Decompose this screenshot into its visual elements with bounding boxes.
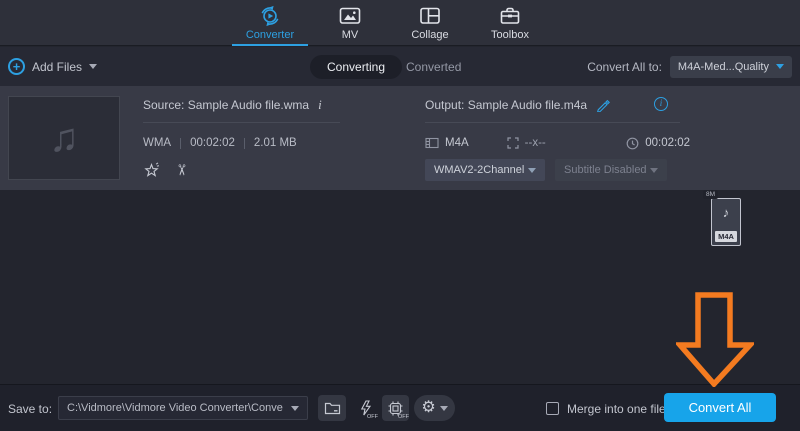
convert-all-button[interactable]: Convert All xyxy=(664,393,776,422)
converted-label: Converted xyxy=(406,59,462,74)
output-filename: Output: Sample Audio file.m4a xyxy=(425,98,588,112)
save-to-label: Save to: xyxy=(8,401,53,416)
output-options-row: WMAV2-2Channel Subtitle Disabled xyxy=(425,159,690,181)
output-format: M4A xyxy=(445,137,469,149)
settings-button[interactable]: ⚙ xyxy=(414,395,455,421)
subtitle-value: Subtitle Disabled xyxy=(564,164,647,176)
converter-icon xyxy=(258,4,282,28)
save-path-dropdown[interactable] xyxy=(283,405,307,411)
format-extension-label: M4A xyxy=(715,231,737,242)
output-info-button[interactable]: i xyxy=(654,97,668,111)
tab-converter[interactable]: Converter xyxy=(230,0,310,46)
tab-mv-label: MV xyxy=(341,29,359,41)
audio-codec-value: WMAV2-2Channel xyxy=(434,164,525,176)
divider xyxy=(143,122,340,123)
mv-icon xyxy=(338,4,362,28)
scissors-icon: ✂ xyxy=(172,163,190,177)
source-panel: Source: Sample Audio file.wma i WMA 00:0… xyxy=(143,96,343,179)
output-resolution: --x-- xyxy=(524,137,546,149)
chevron-down-icon xyxy=(776,64,784,69)
subtitle-dropdown[interactable]: Subtitle Disabled xyxy=(555,159,667,181)
save-path-value: C:\Vidmore\Vidmore Video Converter\Conve… xyxy=(67,402,283,414)
source-format: WMA xyxy=(143,137,172,149)
clock-icon xyxy=(626,137,639,149)
tab-collage[interactable]: Collage xyxy=(390,0,470,46)
folder-icon xyxy=(324,402,340,415)
tab-collage-label: Collage xyxy=(411,29,449,41)
info-icon[interactable]: i xyxy=(318,97,322,113)
music-note-icon: ♫ xyxy=(49,115,79,160)
divider xyxy=(180,137,182,149)
output-format-file-icon[interactable]: ♪ M4A xyxy=(711,198,741,246)
toolbar: + Add Files Converting Converted Convert… xyxy=(0,47,800,86)
rename-button[interactable] xyxy=(596,98,611,112)
audio-thumbnail[interactable]: ♫ xyxy=(8,96,120,180)
chevron-down-icon xyxy=(439,405,448,411)
tab-toolbox[interactable]: Toolbox xyxy=(470,0,550,46)
divider xyxy=(243,137,245,149)
file-list-item: ♫ Source: Sample Audio file.wma i WMA 00… xyxy=(0,86,800,246)
divider xyxy=(425,122,680,123)
hardware-acceleration-button[interactable]: OFF xyxy=(352,395,378,421)
convert-all-to-group: Convert All to: M4A-Med...Quality xyxy=(587,47,792,86)
tab-converter-label: Converter xyxy=(245,29,295,41)
vidmore-converter-window: Converter MV Collage Toolbox + Add Files… xyxy=(0,0,800,431)
chevron-down-icon xyxy=(650,167,658,173)
format-badge: 8M xyxy=(703,190,719,199)
bottom-bar: Save to: C:\Vidmore\Vidmore Video Conver… xyxy=(0,384,800,431)
chevron-down-icon xyxy=(291,405,299,411)
edit-effects-button[interactable] xyxy=(143,161,160,179)
gpu-acceleration-button[interactable]: OFF xyxy=(382,395,409,421)
add-files-button[interactable]: + Add Files xyxy=(8,47,98,86)
collage-icon xyxy=(418,4,442,28)
chevron-down-icon xyxy=(528,167,536,173)
resolution-icon xyxy=(507,137,519,149)
off-badge: OFF xyxy=(367,414,378,420)
main-tabs: Converter MV Collage Toolbox xyxy=(230,0,550,46)
top-bar: Converter MV Collage Toolbox xyxy=(0,0,800,46)
output-detail-row: M4A --x-- 00:02:02 xyxy=(425,136,690,150)
file-list-empty-area xyxy=(0,190,800,384)
convert-all-to-label: Convert All to: xyxy=(587,59,662,74)
output-panel: Output: Sample Audio file.m4a i M4A --x-… xyxy=(425,96,690,181)
merge-into-one-file-option[interactable]: Merge into one file xyxy=(546,385,666,431)
source-meta: WMA 00:02:02 2.01 MB xyxy=(143,137,343,149)
convert-all-to-value: M4A-Med...Quality xyxy=(677,60,769,73)
off-badge: OFF xyxy=(398,414,409,420)
chevron-down-icon xyxy=(89,64,98,69)
gear-icon: ⚙ xyxy=(421,399,436,416)
plus-icon: + xyxy=(8,58,25,75)
item-tools: ✂ xyxy=(143,161,343,179)
music-note-icon: ♪ xyxy=(722,205,730,220)
open-folder-button[interactable] xyxy=(318,395,346,421)
audio-codec-dropdown[interactable]: WMAV2-2Channel xyxy=(425,159,545,181)
cut-button[interactable]: ✂ xyxy=(172,161,190,179)
tab-mv[interactable]: MV xyxy=(310,0,390,46)
toolbox-icon xyxy=(498,4,522,28)
source-filename: Source: Sample Audio file.wma xyxy=(143,98,310,112)
tab-converted[interactable]: Converted xyxy=(406,47,461,86)
converting-label: Converting xyxy=(327,60,386,74)
output-duration: 00:02:02 xyxy=(645,137,690,149)
merge-checkbox[interactable] xyxy=(546,402,559,415)
tab-converting[interactable]: Converting xyxy=(310,55,403,79)
tab-toolbox-label: Toolbox xyxy=(491,29,529,41)
source-size: 2.01 MB xyxy=(253,137,297,149)
source-duration: 00:02:02 xyxy=(190,137,235,149)
convert-all-to-dropdown[interactable]: M4A-Med...Quality xyxy=(669,55,792,78)
save-path-input[interactable]: C:\Vidmore\Vidmore Video Converter\Conve… xyxy=(58,396,308,420)
add-files-label: Add Files xyxy=(32,59,83,74)
format-icon xyxy=(425,137,439,149)
merge-label: Merge into one file xyxy=(567,401,666,416)
